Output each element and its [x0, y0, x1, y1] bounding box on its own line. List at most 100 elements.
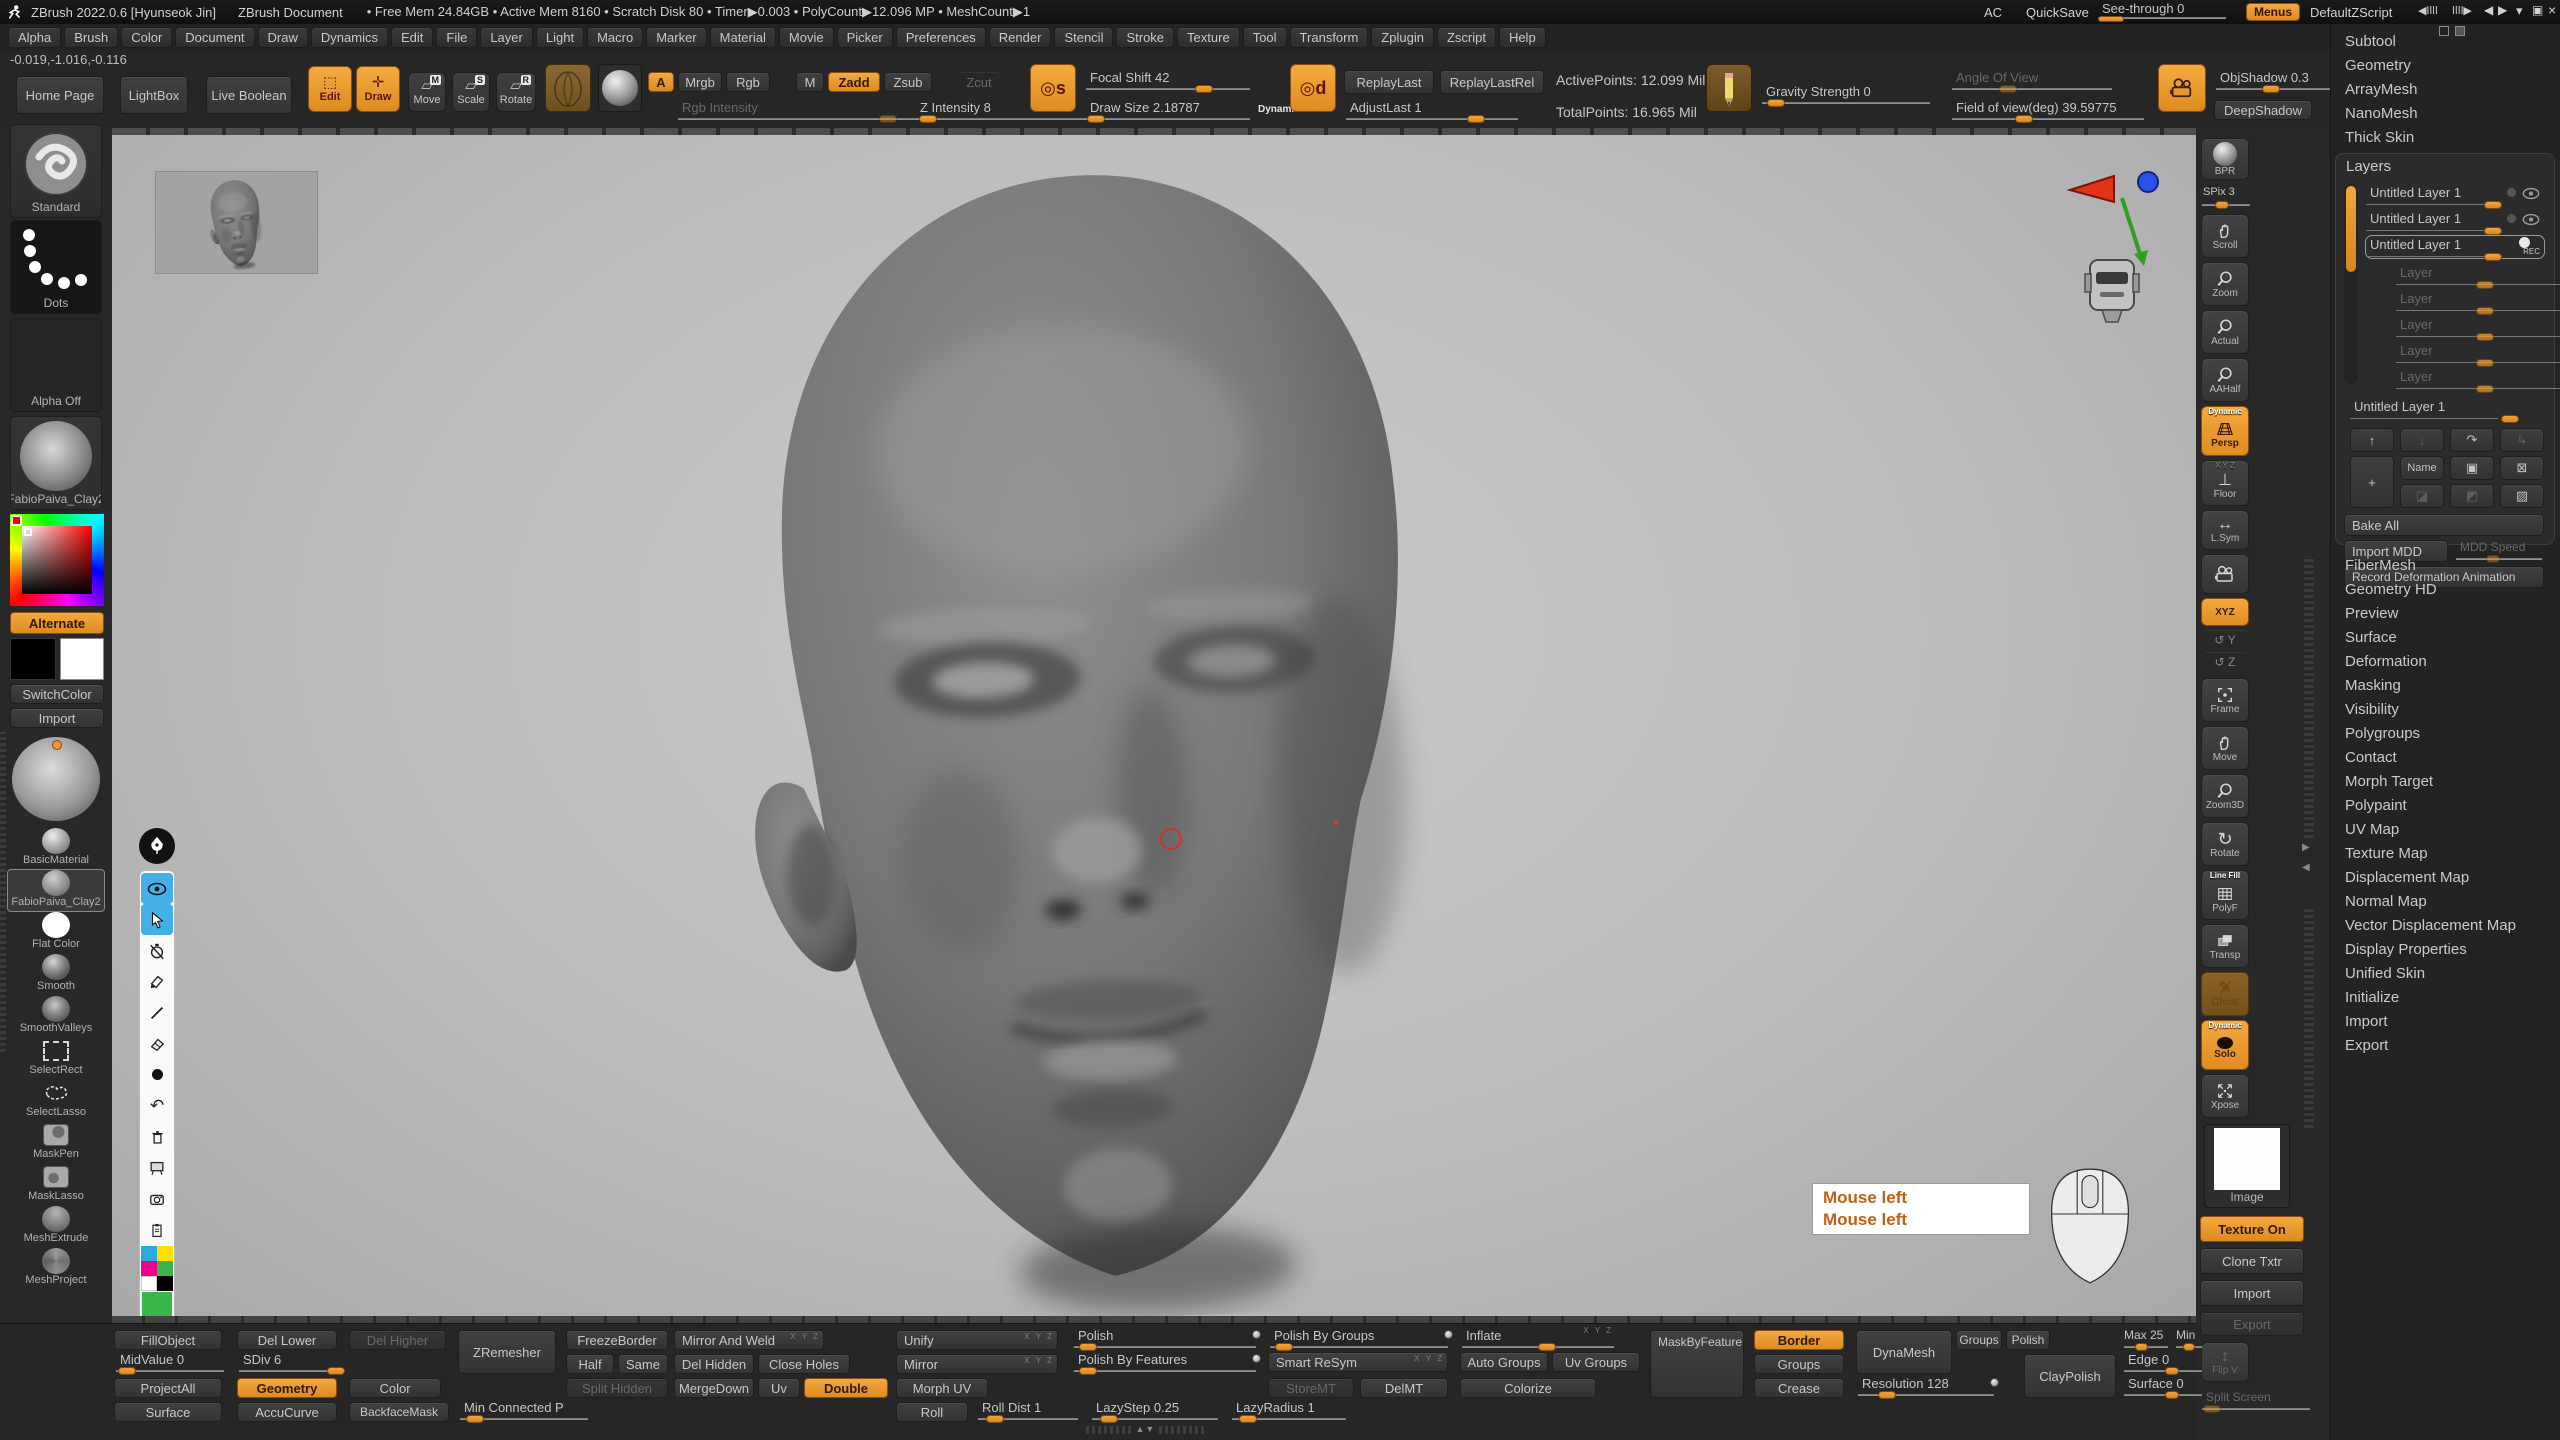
layer-row-empty[interactable]: Layer	[2396, 368, 2560, 390]
texture-on-button[interactable]: Texture On	[2200, 1216, 2304, 1242]
menu-item[interactable]: Macro	[587, 27, 643, 48]
camera-lock-button[interactable]	[2201, 554, 2249, 594]
menu-item[interactable]: Light	[536, 27, 584, 48]
min-connected-slider[interactable]: Min Connected P	[458, 1400, 590, 1422]
morph-uv-button[interactable]: Morph UV	[896, 1378, 988, 1398]
angle-of-view-slider[interactable]: Angle Of View	[1950, 70, 2114, 92]
menu-item[interactable]: Help	[1499, 27, 1546, 48]
ac-button[interactable]: AC	[1984, 5, 2002, 20]
claypolish-surface-slider[interactable]: Surface 0	[2122, 1376, 2204, 1398]
clay-polish-button[interactable]: ClayPolish	[2024, 1354, 2116, 1398]
texture-image-well[interactable]: Image	[2204, 1124, 2290, 1208]
replay-last-button[interactable]: ReplayLast	[1344, 70, 1434, 94]
layer-row[interactable]: Untitled Layer 1	[2366, 210, 2544, 232]
tray-section-header[interactable]: Subtool	[2345, 33, 2560, 57]
menu-item[interactable]: Preferences	[896, 27, 986, 48]
claypolish-max-slider[interactable]: Max 25	[2122, 1328, 2170, 1350]
layer-eye-icon[interactable]	[2522, 187, 2540, 200]
tray-section-header[interactable]: Deformation	[2345, 653, 2560, 677]
half-button[interactable]: Half	[566, 1354, 614, 1374]
clear-trash-button[interactable]	[141, 1121, 173, 1152]
export-texture-button[interactable]: Export	[2200, 1312, 2304, 1336]
layers-header[interactable]: Layers	[2346, 158, 2391, 175]
scroll-button[interactable]: Scroll	[2201, 214, 2249, 258]
cursor-tool-button[interactable]	[141, 904, 173, 935]
zsub-button[interactable]: Zsub	[884, 72, 932, 92]
menu-item[interactable]: Layer	[480, 27, 533, 48]
menu-item[interactable]: File	[436, 27, 477, 48]
menu-item[interactable]: Material	[710, 27, 776, 48]
tray-section-header[interactable]: Export	[2345, 1037, 2560, 1061]
import-texture-button[interactable]: Import	[2200, 1280, 2304, 1306]
polish-slider[interactable]: Polish	[1072, 1328, 1258, 1350]
divider-open-icon[interactable]: ▶	[2302, 842, 2310, 853]
claypolish-min-slider[interactable]: Min	[2174, 1328, 2204, 1350]
tray-section-header[interactable]: Morph Target	[2345, 773, 2560, 797]
menu-item[interactable]: Dynamics	[311, 27, 388, 48]
surface-button[interactable]: Surface	[114, 1402, 222, 1422]
close-icon[interactable]: ×	[2548, 2, 2556, 18]
freeze-border-button[interactable]: FreezeBorder	[566, 1330, 668, 1350]
brush-item[interactable]: SmoothValleys	[8, 996, 104, 1037]
zcut-button[interactable]: Zcut	[958, 72, 1000, 92]
layer-split-button[interactable]: ◩	[2450, 484, 2494, 508]
close-holes-button[interactable]: Close Holes	[758, 1354, 850, 1374]
menu-item[interactable]: Marker	[646, 27, 706, 48]
color-sv-square[interactable]	[22, 526, 92, 594]
clone-txtr-button[interactable]: Clone Txtr	[2200, 1248, 2304, 1274]
polish-features-toggle[interactable]	[1252, 1354, 1261, 1363]
local-symmetry-button[interactable]: ↔L.Sym	[2201, 510, 2249, 550]
stroke-icon-button[interactable]: ◎s	[1030, 64, 1076, 112]
del-mt-button[interactable]: DelMT	[1360, 1378, 1448, 1398]
rgb-button[interactable]: Rgb	[726, 72, 770, 92]
flip-v-button[interactable]: ↕Flip V	[2201, 1342, 2249, 1382]
brush-item[interactable]: SelectLasso	[8, 1080, 104, 1121]
menu-item[interactable]: Texture	[1177, 27, 1240, 48]
menus-button[interactable]: Menus	[2246, 3, 2300, 21]
replay-icon-button[interactable]: ◎d	[1290, 64, 1336, 112]
rotate-button[interactable]: R ▱Rotate	[496, 72, 536, 112]
mirror-and-weld-button[interactable]: Mirror And WeldX Y Z	[674, 1330, 824, 1350]
layer-row-empty[interactable]: Layer	[2396, 342, 2560, 364]
roll-dist-slider[interactable]: Roll Dist 1	[976, 1400, 1080, 1422]
menu-item[interactable]: Alpha	[8, 27, 61, 48]
secondary-color-swatch[interactable]	[60, 638, 104, 680]
brush-item[interactable]: MeshExtrude	[8, 1206, 104, 1247]
del-lower-button[interactable]: Del Lower	[237, 1330, 337, 1350]
tray-section-header[interactable]: ArrayMesh	[2345, 81, 2560, 105]
menu-item[interactable]: Zplugin	[1371, 27, 1434, 48]
visibility-eye-button[interactable]	[141, 873, 173, 904]
material-thumbnail[interactable]	[598, 64, 642, 112]
dynamesh-groups-button[interactable]: Groups	[1956, 1330, 2002, 1350]
mask-by-feature-button[interactable]: MaskByFeature	[1650, 1330, 1744, 1398]
panel-resize-strip[interactable]	[0, 732, 6, 1052]
del-hidden-button[interactable]: Del Hidden	[674, 1354, 754, 1374]
border-button[interactable]: Border	[1754, 1330, 1844, 1350]
lazy-radius-slider[interactable]: LazyRadius 1	[1230, 1400, 1348, 1422]
layer-row-selected[interactable]: Untitled Layer 1 REC	[2366, 236, 2544, 258]
solo-button[interactable]: Dynamic Solo	[2201, 1020, 2249, 1070]
project-all-button[interactable]: ProjectAll	[114, 1378, 222, 1398]
transp-button[interactable]: Transp	[2201, 924, 2249, 968]
switch-color-button[interactable]: SwitchColor	[10, 684, 104, 704]
menu-item[interactable]: Brush	[64, 27, 118, 48]
tray-section-header[interactable]: Import	[2345, 1013, 2560, 1037]
undo-button[interactable]: ↶	[141, 1090, 173, 1121]
gravity-strength-slider[interactable]: Gravity Strength 0	[1760, 84, 1932, 106]
tray-section-header[interactable]: Polypaint	[2345, 797, 2560, 821]
resolution-slider[interactable]: Resolution 128	[1856, 1376, 1996, 1398]
tray-section-header[interactable]: Preview	[2345, 605, 2560, 629]
camera-orientation-gizmo[interactable]	[2052, 158, 2182, 328]
live-boolean-button[interactable]: Live Boolean	[206, 76, 292, 114]
menu-item[interactable]: Picker	[837, 27, 893, 48]
spix-slider[interactable]: SPix 3	[2200, 186, 2252, 208]
brush-item[interactable]: MeshProject	[8, 1248, 104, 1289]
polish-by-groups-slider[interactable]: Polish By Groups	[1268, 1328, 1450, 1350]
tray-section-header[interactable]: Geometry	[2345, 57, 2560, 81]
minimize-icon[interactable]: ▾	[2516, 3, 2523, 19]
scale-button[interactable]: S ▱Scale	[452, 72, 490, 112]
eraser-tool-button[interactable]	[141, 1028, 173, 1059]
clipboard-button[interactable]	[141, 1214, 173, 1245]
bpr-render-button[interactable]: BPR	[2201, 138, 2249, 180]
layer-down-button[interactable]: ↓	[2400, 428, 2444, 452]
